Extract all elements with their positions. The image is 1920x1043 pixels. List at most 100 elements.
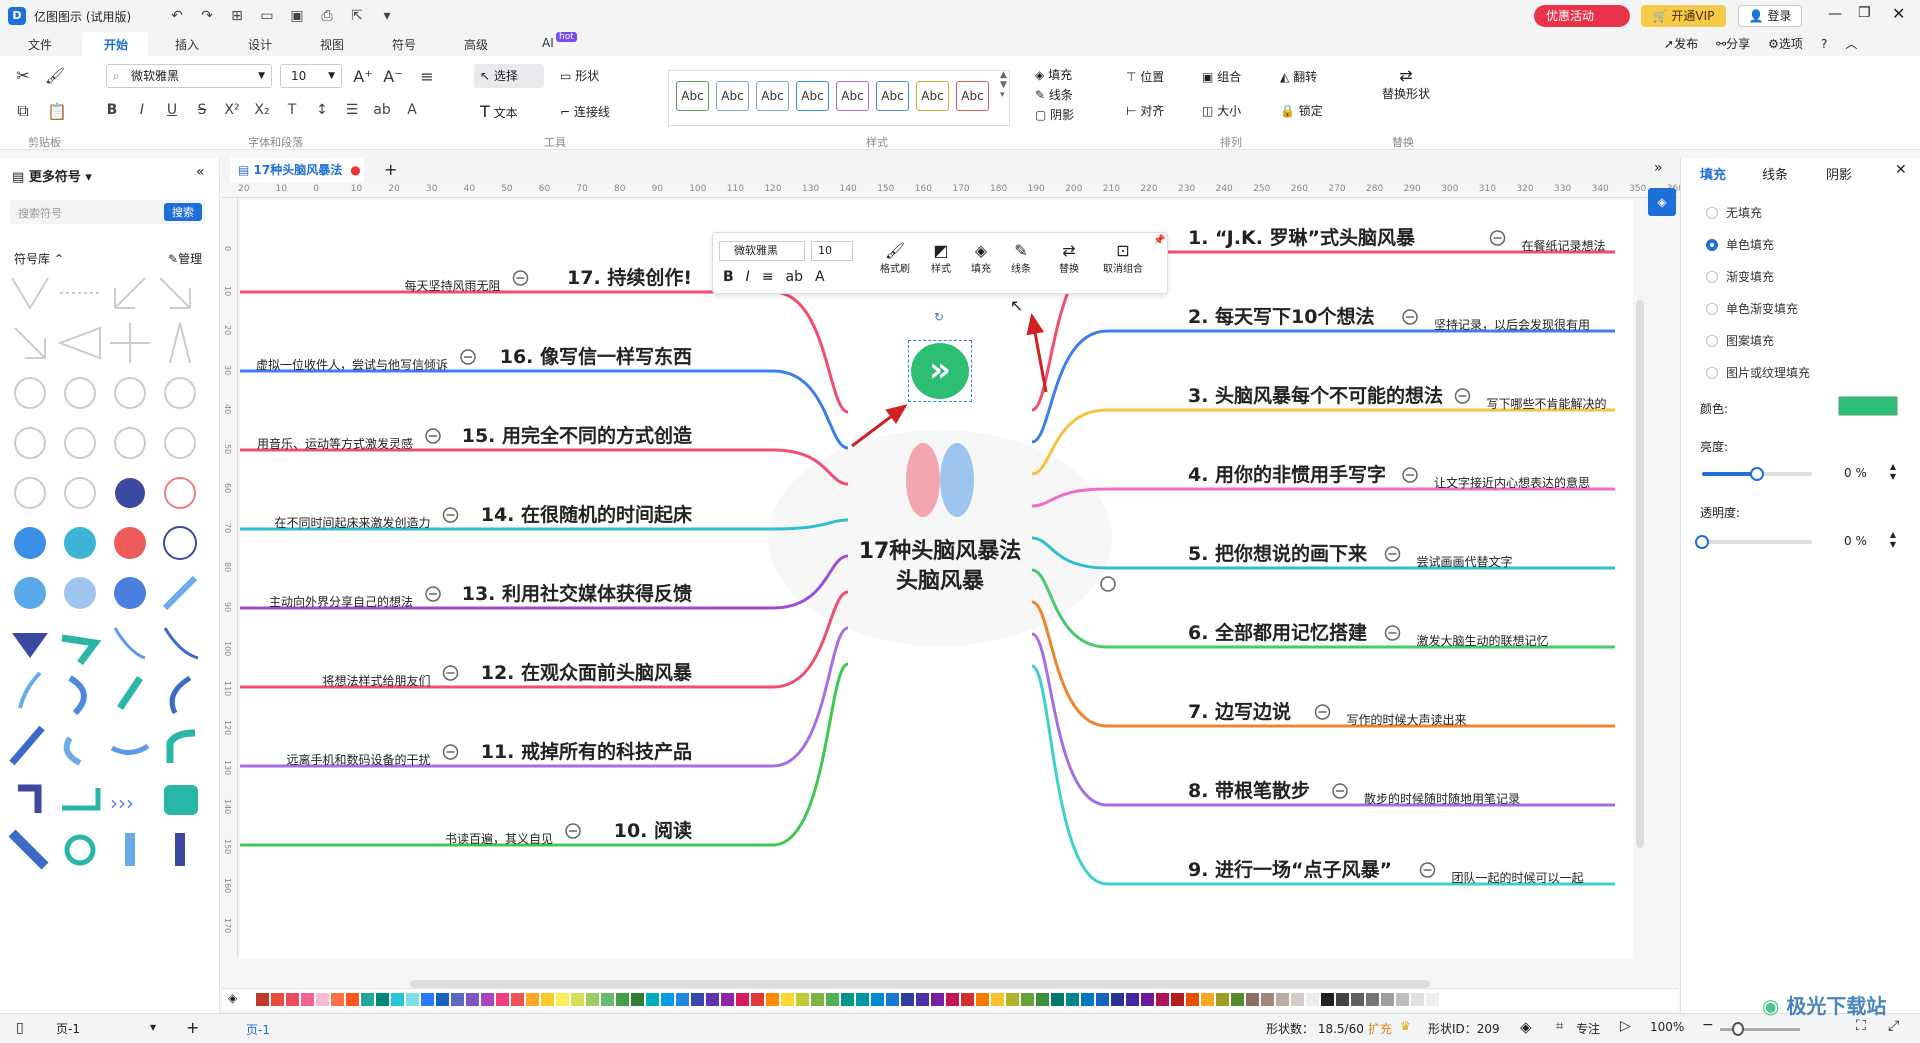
double-chevron-symbol[interactable] xyxy=(64,527,96,559)
note-left-7[interactable]: 远离手机和数码设备的干扰 xyxy=(286,752,430,767)
style-preset-8[interactable]: Abc xyxy=(956,81,989,111)
float-replace[interactable]: ⇄ 替换 xyxy=(1053,241,1085,275)
document-tab[interactable]: ▤ 17种头脑风暴法 ● xyxy=(230,158,364,182)
color-swatch-5[interactable] xyxy=(316,993,329,1006)
hook-arrow-symbol[interactable] xyxy=(169,675,192,715)
color-swatch-42[interactable] xyxy=(871,993,884,1006)
text-case-icon[interactable]: T xyxy=(280,98,304,122)
menu-advanced[interactable]: 高级 xyxy=(464,36,488,53)
color-swatch-27[interactable] xyxy=(646,993,659,1006)
color-swatch-10[interactable] xyxy=(391,993,404,1006)
strikethrough-icon[interactable]: S xyxy=(190,98,214,122)
zoom-value[interactable]: 100% xyxy=(1650,1020,1684,1034)
gallery-more-icon[interactable]: ▲ ▼ ▾ xyxy=(1000,70,1007,100)
arrow-circle-symbol[interactable] xyxy=(164,477,196,509)
color-swatch-21[interactable] xyxy=(556,993,569,1006)
color-swatch[interactable] xyxy=(1838,396,1898,416)
color-swatch-29[interactable] xyxy=(676,993,689,1006)
fit-page-icon[interactable]: ⛶ xyxy=(1856,1018,1866,1034)
color-swatch-16[interactable] xyxy=(481,993,494,1006)
symbol-search-input[interactable]: 搜索符号 搜索 xyxy=(10,200,206,224)
color-swatch-48[interactable] xyxy=(961,993,974,1006)
brightness-thumb[interactable] xyxy=(1750,467,1764,481)
color-swatch-13[interactable] xyxy=(436,993,449,1006)
fill-option-none[interactable]: 无填充 xyxy=(1706,204,1762,221)
undo-icon[interactable]: ↶ xyxy=(165,4,189,28)
color-swatch-50[interactable] xyxy=(991,993,1004,1006)
menu-home[interactable]: 开始 xyxy=(104,36,128,53)
color-swatch-47[interactable] xyxy=(946,993,959,1006)
color-swatch-30[interactable] xyxy=(691,993,704,1006)
branch-left-4[interactable]: 14. 在很随机的时间起床 xyxy=(481,503,692,526)
focus-icon[interactable]: ⌗ xyxy=(1556,1019,1563,1034)
layers-icon[interactable]: ◈ xyxy=(1520,1018,1532,1036)
bold-icon[interactable]: B xyxy=(100,98,124,122)
symbol-search-button[interactable]: 搜索 xyxy=(164,203,202,221)
branch-right-8[interactable]: 8. 带根笔散步 xyxy=(1188,779,1310,802)
note-left-4[interactable]: 在不同时间起床来激发创造力 xyxy=(274,515,430,530)
vip-button[interactable]: 🛒 开通VIP xyxy=(1641,5,1726,27)
shape-tool-button[interactable]: ▭ 形状 xyxy=(560,64,599,88)
color-swatch-18[interactable] xyxy=(511,993,524,1006)
branch-right-3[interactable]: 3. 头脑风暴每个不可能的想法 xyxy=(1188,384,1443,407)
arc-arrow-symbol[interactable] xyxy=(18,671,42,709)
down-right-arrow-symbol[interactable] xyxy=(8,829,49,870)
pin-icon[interactable]: 📌 xyxy=(1153,235,1165,246)
note-left-1[interactable]: 每天坚持风雨无阻 xyxy=(404,278,500,293)
color-swatch-57[interactable] xyxy=(1096,993,1109,1006)
print-icon[interactable]: ⎙ xyxy=(315,4,339,28)
share-button[interactable]: ⚯分享 xyxy=(1716,35,1750,52)
corner-arrow-symbol[interactable] xyxy=(18,784,42,813)
note-right-1[interactable]: 在餐纸记录想法 xyxy=(1522,238,1606,253)
color-swatch-75[interactable] xyxy=(1366,993,1379,1006)
color-swatch-43[interactable] xyxy=(886,993,899,1006)
subscript-icon[interactable]: X₂ xyxy=(250,98,274,122)
manage-button[interactable]: ✎管理 xyxy=(168,250,202,267)
color-swatch-41[interactable] xyxy=(856,993,869,1006)
line-button[interactable]: ✎ 线条 xyxy=(1035,86,1073,103)
color-swatch-70[interactable] xyxy=(1291,993,1304,1006)
focus-label[interactable]: 专注 xyxy=(1576,1020,1600,1037)
position-button[interactable]: ⊤ 位置 xyxy=(1126,68,1164,85)
smile-arrow-symbol[interactable] xyxy=(110,743,150,755)
note-left-2[interactable]: 虚拟一位收件人，尝试与他写信倾诉 xyxy=(256,357,448,372)
color-swatch-9[interactable] xyxy=(376,993,389,1006)
style-preset-4[interactable]: Abc xyxy=(796,81,829,111)
note-right-4[interactable]: 让文字接近内心想表达的意思 xyxy=(1434,475,1590,490)
note-left-6[interactable]: 将想法样式给朋友们 xyxy=(322,673,430,688)
float-italic-icon[interactable]: I xyxy=(746,269,750,285)
color-swatch-56[interactable] xyxy=(1081,993,1094,1006)
color-swatch-45[interactable] xyxy=(916,993,929,1006)
curve-arrow-2-symbol[interactable] xyxy=(163,627,199,660)
transparency-input[interactable]: 0 % ▲ ▼ xyxy=(1830,530,1898,552)
color-swatch-19[interactable] xyxy=(526,993,539,1006)
style-preset-2[interactable]: Abc xyxy=(716,81,749,111)
color-swatch-28[interactable] xyxy=(661,993,674,1006)
color-swatch-22[interactable] xyxy=(571,993,584,1006)
branch-right-6[interactable]: 6. 全部都用记忆搭建 xyxy=(1188,621,1367,644)
branch-left-5[interactable]: 13. 利用社交媒体获得反馈 xyxy=(462,582,692,605)
color-swatch-2[interactable] xyxy=(271,993,284,1006)
zoom-thumb[interactable] xyxy=(1732,1022,1744,1036)
color-swatch-46[interactable] xyxy=(931,993,944,1006)
note-right-5[interactable]: 尝试画画代替文字 xyxy=(1417,554,1513,569)
play-icon[interactable]: ▷ xyxy=(1620,1018,1631,1034)
branch-left-2[interactable]: 16. 像写信一样写东西 xyxy=(500,345,692,368)
color-swatch-64[interactable] xyxy=(1201,993,1214,1006)
customize-icon[interactable]: ▾ xyxy=(375,4,399,28)
branch-left-3[interactable]: 15. 用完全不同的方式创造 xyxy=(462,424,693,447)
save-icon[interactable]: ▣ xyxy=(285,4,309,28)
publish-button[interactable]: ➚发布 xyxy=(1664,35,1698,52)
branch-left-1[interactable]: 17. 持续创作! xyxy=(567,266,692,289)
color-swatch-74[interactable] xyxy=(1351,993,1364,1006)
u-arrow-symbol[interactable] xyxy=(68,675,87,716)
new-tab-icon[interactable]: + xyxy=(384,160,397,179)
copy-icon[interactable]: ⧉ xyxy=(10,98,36,124)
fullscreen-icon[interactable]: ⤢ xyxy=(1888,1018,1899,1034)
diagonal-arrow-symbol[interactable] xyxy=(162,575,198,611)
color-swatch-59[interactable] xyxy=(1126,993,1139,1006)
float-line[interactable]: ✎ 线条 xyxy=(1005,241,1037,275)
color-swatch-69[interactable] xyxy=(1276,993,1289,1006)
float-font-select[interactable]: 微软雅黑 xyxy=(719,241,805,261)
color-swatch-71[interactable] xyxy=(1306,993,1319,1006)
